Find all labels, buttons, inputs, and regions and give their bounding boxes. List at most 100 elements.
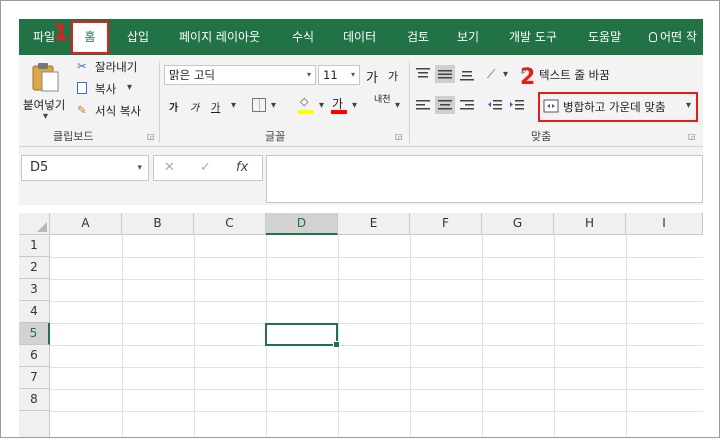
gridline bbox=[626, 235, 627, 437]
cancel-icon[interactable]: ✕ bbox=[164, 160, 175, 175]
orientation-dropdown-icon[interactable]: ▾ bbox=[503, 69, 508, 80]
ribbon-tab-bar: 파일 홈 삽입 페이지 레이아웃 수식 데이터 검토 보기 개발 도구 도움말 … bbox=[19, 19, 703, 55]
row-header-2[interactable]: 2 bbox=[19, 257, 50, 279]
chevron-down-icon[interactable]: ▾ bbox=[137, 156, 142, 180]
border-dropdown-icon[interactable]: ▾ bbox=[271, 100, 276, 111]
align-top-icon[interactable] bbox=[415, 67, 431, 81]
align-center-icon[interactable] bbox=[435, 96, 455, 114]
column-header-f[interactable]: F bbox=[410, 213, 482, 235]
align-middle-icon[interactable] bbox=[435, 65, 455, 83]
tab-formulas[interactable]: 수식 bbox=[292, 19, 314, 55]
column-header-b[interactable]: B bbox=[122, 213, 194, 235]
divider bbox=[409, 61, 410, 143]
gridline bbox=[50, 367, 703, 368]
fill-color-swatch bbox=[298, 110, 314, 114]
tab-view[interactable]: 보기 bbox=[457, 19, 479, 55]
formula-input[interactable] bbox=[266, 155, 703, 203]
border-button[interactable] bbox=[252, 98, 266, 112]
gridline bbox=[338, 235, 339, 437]
clipboard-group-label: 클립보드 bbox=[53, 130, 94, 143]
increase-indent-icon[interactable] bbox=[509, 99, 525, 113]
excel-window: 파일 홈 삽입 페이지 레이아웃 수식 데이터 검토 보기 개발 도구 도움말 … bbox=[0, 0, 720, 438]
shrink-font-button[interactable]: 가 bbox=[388, 68, 398, 84]
tab-home[interactable]: 홈 bbox=[71, 21, 109, 54]
gridline bbox=[50, 411, 703, 412]
wrap-text-button[interactable]: 텍스트 줄 바꿈 bbox=[539, 67, 610, 83]
column-header-g[interactable]: G bbox=[482, 213, 554, 235]
align-right-icon[interactable] bbox=[459, 99, 475, 113]
paste-button[interactable]: 붙여넣기 ▾ bbox=[21, 59, 71, 122]
tab-file[interactable]: 파일 bbox=[33, 19, 55, 55]
align-left-icon[interactable] bbox=[415, 99, 431, 113]
underline-button[interactable]: 가 bbox=[211, 99, 220, 114]
font-color-swatch bbox=[331, 110, 347, 114]
row-header-1[interactable]: 1 bbox=[19, 235, 50, 257]
row-header-9[interactable] bbox=[19, 411, 50, 437]
font-group-label: 글꼴 bbox=[265, 130, 286, 143]
chevron-down-icon: ▾ bbox=[306, 70, 311, 79]
column-header-i[interactable]: I bbox=[626, 213, 703, 235]
border-icon bbox=[259, 99, 260, 111]
copy-icon bbox=[77, 82, 87, 94]
tab-developer[interactable]: 개발 도구 bbox=[509, 19, 557, 55]
alignment-launcher-icon[interactable]: ◲ bbox=[688, 132, 696, 141]
row-header-4[interactable]: 4 bbox=[19, 301, 50, 323]
tab-review[interactable]: 검토 bbox=[407, 19, 429, 55]
orientation-icon[interactable]: ⟋ bbox=[487, 67, 495, 82]
underline-dropdown-icon[interactable]: ▾ bbox=[231, 100, 236, 111]
phonetic-dropdown-icon[interactable]: ▾ bbox=[395, 100, 400, 111]
fill-color-button[interactable]: ◇ bbox=[298, 95, 316, 115]
gridline bbox=[50, 301, 703, 302]
font-color-button[interactable]: 가 bbox=[331, 95, 349, 115]
clipboard-launcher-icon[interactable]: ◲ bbox=[147, 132, 155, 141]
decrease-indent-icon[interactable] bbox=[487, 99, 503, 113]
insert-function-icon[interactable]: fx bbox=[236, 160, 248, 175]
column-header-c[interactable]: C bbox=[194, 213, 266, 235]
font-size-combo[interactable]: 11 ▾ bbox=[318, 65, 360, 85]
row-header-8[interactable]: 8 bbox=[19, 389, 50, 411]
confirm-icon[interactable]: ✓ bbox=[200, 160, 211, 175]
column-header-d[interactable]: D bbox=[266, 213, 338, 235]
merge-dropdown-icon[interactable]: ▾ bbox=[686, 100, 691, 111]
merge-center-label: 병합하고 가운데 맞춤 bbox=[563, 100, 666, 114]
select-all-button[interactable] bbox=[19, 213, 50, 235]
row-header-6[interactable]: 6 bbox=[19, 345, 50, 367]
chevron-down-icon: ▾ bbox=[350, 70, 355, 79]
name-box[interactable]: D5 ▾ bbox=[21, 155, 149, 181]
merge-center-button[interactable]: 병합하고 가운데 맞춤 ▾ bbox=[541, 95, 695, 119]
align-bottom-icon[interactable] bbox=[459, 67, 475, 81]
fill-dropdown-icon[interactable]: ▾ bbox=[319, 100, 324, 111]
italic-button[interactable]: 가 bbox=[190, 99, 199, 114]
worksheet-grid[interactable]: A B C D E F G H I 1 2 3 4 5 6 7 8 bbox=[19, 213, 703, 437]
row-header-3[interactable]: 3 bbox=[19, 279, 50, 301]
step-marker-1: 1 bbox=[53, 21, 69, 46]
font-color-dropdown-icon[interactable]: ▾ bbox=[352, 100, 357, 111]
bold-button[interactable]: 가 bbox=[169, 99, 178, 114]
row-header-7[interactable]: 7 bbox=[19, 367, 50, 389]
font-name-combo[interactable]: 맑은 고딕 ▾ bbox=[164, 65, 316, 85]
paste-dropdown-icon[interactable]: ▾ bbox=[43, 111, 48, 122]
tell-me-search[interactable]: 어떤 작 bbox=[649, 19, 697, 55]
tab-data[interactable]: 데이터 bbox=[343, 19, 376, 55]
paste-icon bbox=[32, 63, 59, 92]
active-cell-d5[interactable] bbox=[265, 323, 340, 348]
grow-font-button[interactable]: 가 bbox=[366, 67, 378, 86]
copy-dropdown-icon[interactable]: ▾ bbox=[127, 82, 132, 93]
gridline bbox=[194, 235, 195, 437]
gridline bbox=[50, 279, 703, 280]
column-header-a[interactable]: A bbox=[50, 213, 122, 235]
ribbon-home: 붙여넣기 ▾ ✂ 잘라내기 복사 ▾ ✎ 서식 복사 클립보드 ◲ 맑은 고딕 … bbox=[19, 55, 703, 147]
row-header-5[interactable]: 5 bbox=[19, 323, 50, 345]
column-header-e[interactable]: E bbox=[338, 213, 410, 235]
column-header-h[interactable]: H bbox=[554, 213, 626, 235]
gridline bbox=[50, 389, 703, 390]
tab-insert[interactable]: 삽입 bbox=[127, 19, 149, 55]
merge-cells-icon bbox=[543, 99, 559, 113]
gridline bbox=[482, 235, 483, 437]
tab-page-layout[interactable]: 페이지 레이아웃 bbox=[179, 19, 260, 55]
font-launcher-icon[interactable]: ◲ bbox=[395, 132, 403, 141]
font-name-value: 맑은 고딕 bbox=[169, 68, 215, 82]
tell-me-label: 어떤 작 bbox=[660, 30, 697, 44]
tab-help[interactable]: 도움말 bbox=[588, 19, 621, 55]
phonetic-guide-button[interactable]: 내천 bbox=[374, 95, 391, 105]
